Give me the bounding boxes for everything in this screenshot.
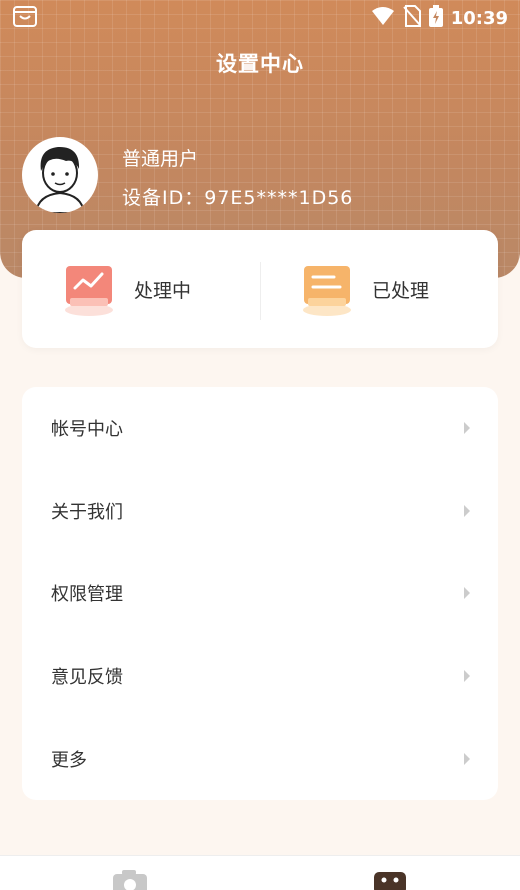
- bottom-nav: [0, 855, 520, 890]
- chevron-right-icon: [464, 504, 470, 517]
- status-processing[interactable]: 处理中: [22, 230, 260, 348]
- chevron-right-icon: [464, 422, 470, 435]
- menu-item-label: 关于我们: [51, 501, 123, 523]
- nav-tab-profile[interactable]: [373, 870, 407, 890]
- menu-item-feedback[interactable]: 意见反馈: [22, 635, 498, 718]
- status-processed[interactable]: 已处理: [260, 230, 498, 348]
- menu-item-label: 帐号中心: [51, 419, 123, 441]
- nav-tab-camera[interactable]: [112, 870, 148, 890]
- device-id: 设备ID：97E5****1D56: [122, 187, 354, 209]
- store-icon: [12, 4, 38, 32]
- status-bar: 10:39: [0, 0, 520, 36]
- menu-item-about-us[interactable]: 关于我们: [22, 470, 498, 553]
- menu-item-more[interactable]: 更多: [22, 717, 498, 800]
- chevron-right-icon: [464, 587, 470, 600]
- menu-item-label: 更多: [51, 749, 87, 771]
- page-title: 设置中心: [216, 52, 304, 76]
- username: 普通用户: [122, 148, 199, 170]
- no-sim-icon: [402, 5, 421, 31]
- status-processed-label: 已处理: [372, 279, 430, 302]
- avatar-illustration-icon: [34, 146, 86, 213]
- settings-menu: 帐号中心 关于我们 权限管理 意见反馈 更多: [22, 387, 498, 800]
- profile-tab-icon: [374, 872, 406, 890]
- battery-charging-icon: [428, 5, 443, 31]
- chart-trend-icon: [60, 260, 118, 318]
- chevron-right-icon: [464, 752, 470, 765]
- avatar[interactable]: [22, 137, 98, 213]
- status-time: 10:39: [450, 7, 508, 29]
- status-processing-label: 处理中: [134, 279, 192, 302]
- chevron-right-icon: [464, 670, 470, 683]
- menu-item-label: 意见反馈: [51, 667, 123, 689]
- camera-icon: [113, 870, 147, 890]
- menu-item-permissions[interactable]: 权限管理: [22, 552, 498, 635]
- menu-item-account-center[interactable]: 帐号中心: [22, 387, 498, 470]
- menu-item-label: 权限管理: [51, 584, 123, 606]
- wifi-icon: [371, 6, 395, 30]
- status-card: 处理中 已处理: [22, 230, 498, 348]
- document-icon: [298, 260, 356, 318]
